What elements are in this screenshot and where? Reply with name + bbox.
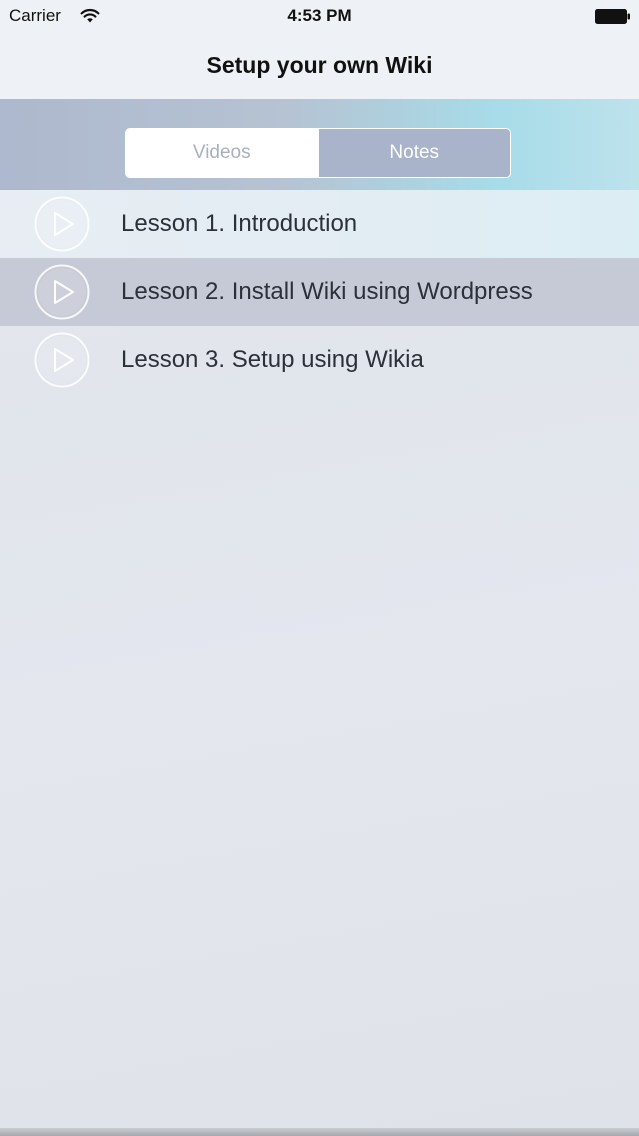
lesson-row-1[interactable]: Lesson 1. Introduction [0,190,639,258]
play-icon[interactable] [34,196,90,252]
navigation-bar: Setup your own Wiki [0,34,639,99]
lesson-label: Lesson 3. Setup using Wikia [121,346,424,373]
page-title: Setup your own Wiki [206,52,433,78]
lesson-row-2[interactable]: Lesson 2. Install Wiki using Wordpress [0,258,639,326]
segment-band: Videos Notes [0,99,639,190]
segmented-control: Videos Notes [125,128,511,178]
status-bar: Carrier 4:53 PM [0,0,639,34]
lesson-list: Lesson 1. Introduction Lesson 2. Install… [0,190,639,394]
lesson-row-3[interactable]: Lesson 3. Setup using Wikia [0,326,639,394]
play-icon[interactable] [34,264,90,320]
segment-notes[interactable]: Notes [317,129,510,177]
play-icon[interactable] [34,332,90,388]
status-time: 4:53 PM [287,6,352,25]
lesson-label: Lesson 1. Introduction [121,210,358,237]
bottom-edge [0,1128,639,1136]
segment-videos[interactable]: Videos [126,129,318,177]
battery-icon [595,9,630,24]
lesson-label: Lesson 2. Install Wiki using Wordpress [121,278,533,305]
